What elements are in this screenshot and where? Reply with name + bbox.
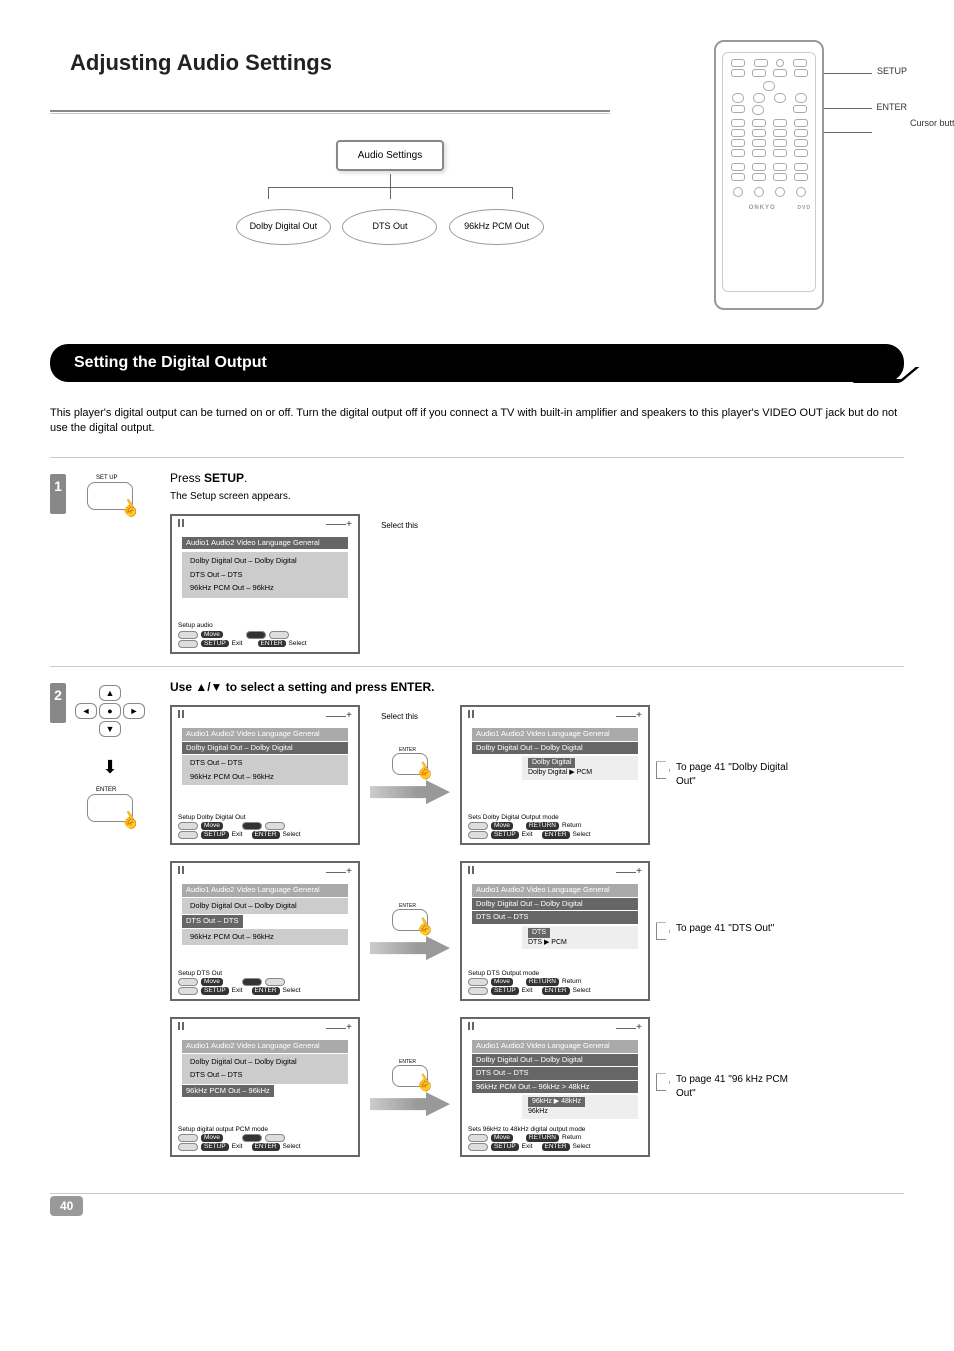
screen-left-96khz: + Audio1 Audio2 Video Language General D…	[170, 1017, 360, 1157]
cursor-enter-icon: ●	[99, 703, 121, 719]
down-arrow-icon: ⬇	[50, 757, 170, 778]
arrow-right-icon	[370, 1092, 450, 1116]
step-number: 1	[50, 474, 66, 514]
tree-leaf-96khz: 96kHz PCM Out	[449, 209, 544, 245]
cursor-up-icon: ▲	[99, 685, 121, 701]
note-dolby: To page 41 "Dolby Digital Out"	[650, 757, 810, 793]
pause-icon	[178, 519, 184, 527]
hr-line	[50, 110, 610, 112]
enter-button-icon: ENTER	[392, 1065, 428, 1087]
screen-pair-dolby: + Select this Audio1 Audio2 Video Langua…	[170, 705, 904, 845]
chevron-right-icon	[656, 922, 670, 940]
setup-screen-1: + Select this Audio1 Audio2 Video Langua…	[170, 514, 360, 654]
hr-line-shadow	[50, 113, 610, 114]
menu-tabs: Audio1 Audio2 Video Language General	[182, 537, 348, 550]
callout-label: Select this	[381, 520, 418, 531]
tree-leaf-dolby: Dolby Digital Out	[236, 209, 331, 245]
screen-pair-dts: + Audio1 Audio2 Video Language General D…	[170, 861, 904, 1001]
tree-leaf-dts: DTS Out	[342, 209, 437, 245]
tree-root: Audio Settings	[336, 140, 445, 171]
step1-instruction: Press SETUP. The Setup screen appears.	[170, 470, 904, 504]
cursor-down-icon: ▼	[99, 721, 121, 737]
enter-button-icon: ENTER	[87, 794, 133, 822]
remote-label-setup: SETUP	[877, 66, 907, 76]
step-1: 1 SET UP Press SETUP. The Setup screen a…	[50, 457, 904, 666]
screen-left-dts: + Audio1 Audio2 Video Language General D…	[170, 861, 360, 1001]
chevron-right-icon	[656, 761, 670, 779]
intro-text: This player's digital output can be turn…	[50, 406, 904, 437]
screen-right-dts: + Audio1 Audio2 Video Language General D…	[460, 861, 650, 1001]
step-number: 2	[50, 683, 66, 723]
screen-right-96khz: + Audio1 Audio2 Video Language General D…	[460, 1017, 650, 1157]
setup-button-icon: SET UP	[87, 482, 133, 510]
screen-pair-96khz: + Audio1 Audio2 Video Language General D…	[170, 1017, 904, 1157]
arrow-right-icon	[370, 780, 450, 804]
cursor-left-icon: ◄	[75, 703, 97, 719]
step2-instruction: Use ▲/▼ to select a setting and press EN…	[170, 679, 904, 696]
arrow-right-icon	[370, 936, 450, 960]
screen-left-dolby: + Select this Audio1 Audio2 Video Langua…	[170, 705, 360, 845]
screen-right-dolby: + Audio1 Audio2 Video Language General D…	[460, 705, 650, 845]
note-96khz: To page 41 "96 kHz PCM Out"	[650, 1069, 810, 1105]
note-dts: To page 41 "DTS Out"	[650, 918, 810, 944]
step-2: 2 ▲ ◄ ● ► ▼ ⬇ ENTER Use ▲/▼ to select a …	[50, 666, 904, 1186]
cursor-right-icon: ►	[123, 703, 145, 719]
enter-button-icon: ENTER	[392, 909, 428, 931]
remote-label-enter: ENTER	[876, 102, 907, 112]
enter-button-icon: ENTER	[392, 753, 428, 775]
settings-tree: Audio Settings Dolby Digital Out DTS Out…	[230, 140, 550, 245]
remote-label-cursor: Cursor buttons (▲/▼/◀/▶)	[910, 118, 954, 129]
remote-controller: ONKYO DVD	[714, 40, 824, 310]
page-number: 40	[50, 1196, 83, 1216]
chevron-right-icon	[656, 1073, 670, 1091]
section-heading: Setting the Digital Output	[50, 344, 904, 382]
main-heading: Adjusting Audio Settings	[70, 50, 332, 76]
